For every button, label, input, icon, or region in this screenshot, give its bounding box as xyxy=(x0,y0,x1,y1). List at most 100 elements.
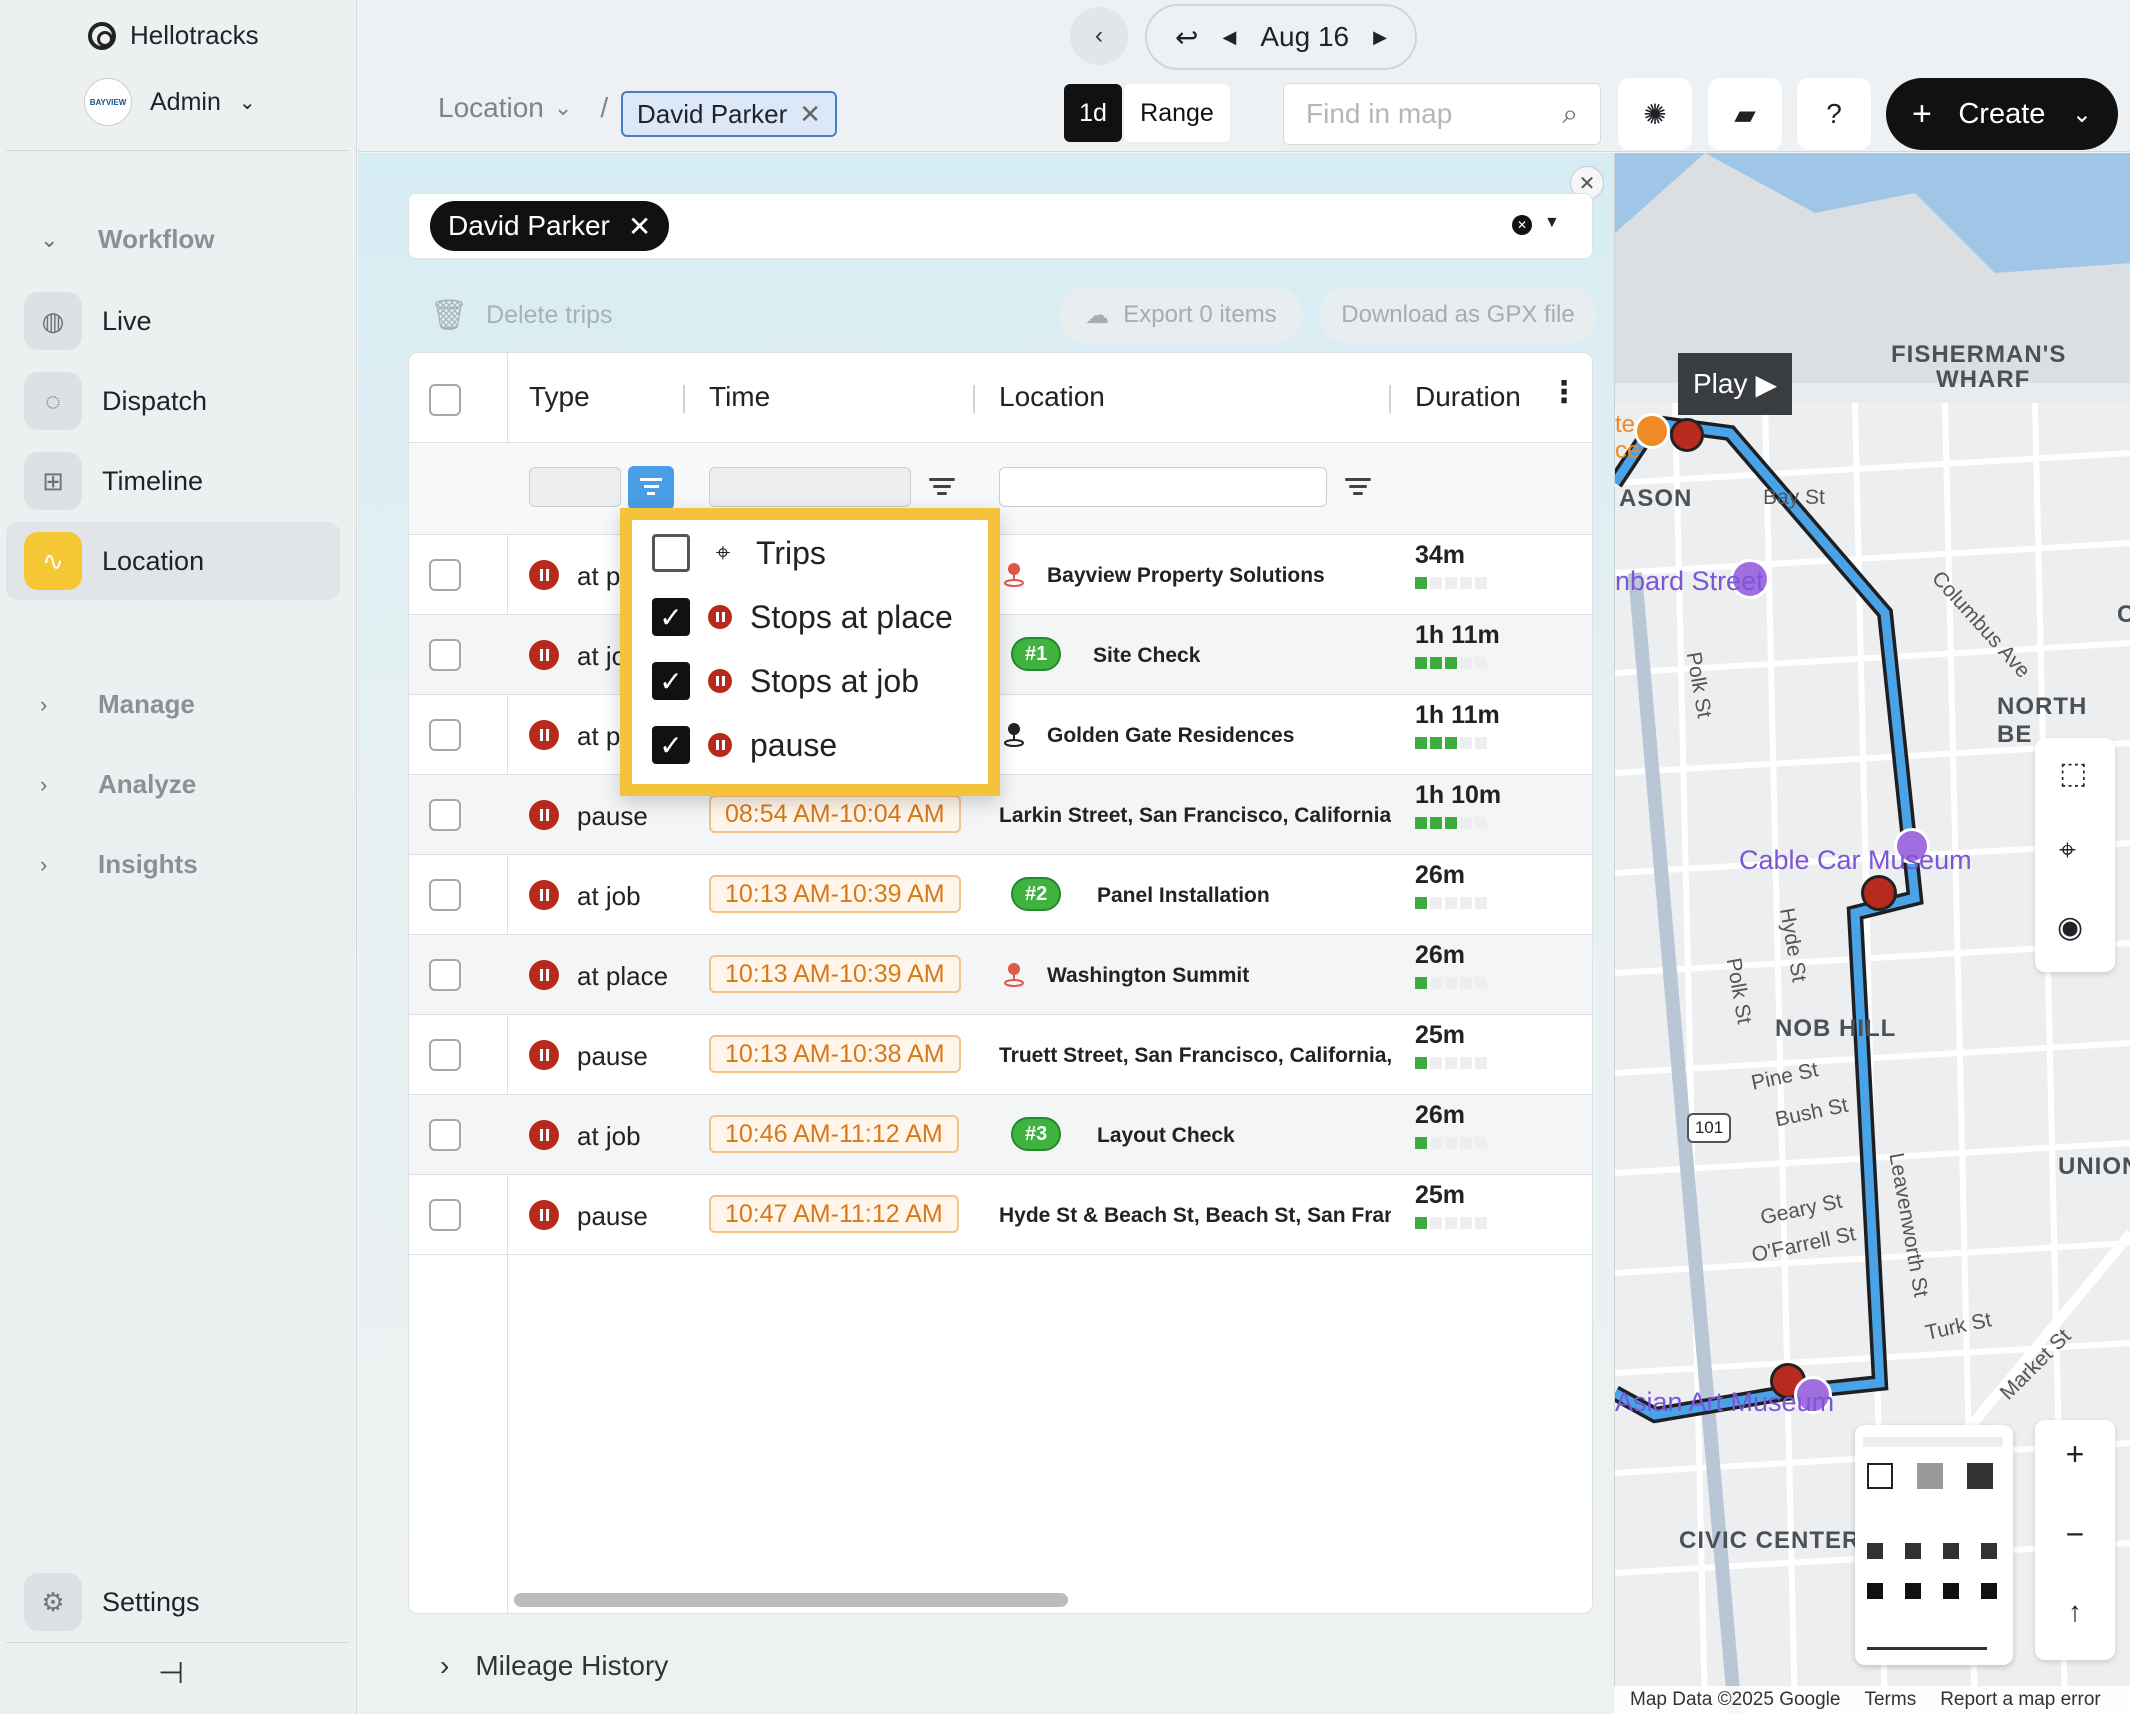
location-filter-icon[interactable] xyxy=(1343,471,1373,501)
create-label: Create xyxy=(1958,97,2046,130)
table-row[interactable]: at p Golden Gate Residences 1h 11m xyxy=(409,695,1592,775)
table-row[interactable]: pause 08:54 AM-10:04 AM Larkin Street, San… xyxy=(409,775,1592,855)
row-checkbox[interactable] xyxy=(429,719,461,751)
export-button[interactable]: ☁ Export 0 items xyxy=(1059,287,1303,343)
sidebar-item-settings[interactable]: ⚙ Settings xyxy=(6,1563,340,1641)
column-resize-handle[interactable] xyxy=(1389,385,1391,413)
row-checkbox[interactable] xyxy=(429,1039,461,1071)
row-checkbox[interactable] xyxy=(429,559,461,591)
select-area-icon[interactable]: ⬚ xyxy=(2059,756,2087,791)
map-layers-panel[interactable] xyxy=(1855,1425,2013,1665)
breadcrumb[interactable]: Location ⌄ / xyxy=(438,92,608,124)
zoom-out-button[interactable]: − xyxy=(2035,1516,2115,1553)
arrow-up-icon[interactable]: ↑ xyxy=(2035,1596,2115,1628)
time-filter-input[interactable] xyxy=(709,467,911,507)
mileage-history-toggle[interactable]: › Mileage History xyxy=(440,1650,668,1682)
add-marker-icon[interactable]: ⌖ xyxy=(2059,834,2076,868)
sidebar-item-label: Settings xyxy=(102,1586,200,1617)
type-filter-icon[interactable] xyxy=(628,466,674,510)
row-checkbox[interactable] xyxy=(429,959,461,991)
range-1d-button[interactable]: 1d xyxy=(1064,84,1122,142)
horizontal-scrollbar[interactable] xyxy=(514,1593,1068,1607)
column-header-duration[interactable]: Duration xyxy=(1415,381,1521,413)
sidebar-item-location[interactable]: ∿ Location xyxy=(6,522,340,600)
row-checkbox[interactable] xyxy=(429,639,461,671)
table-row[interactable]: at place 10:13 AM-10:39 AM Washington Summ… xyxy=(409,935,1592,1015)
type-filter-input[interactable] xyxy=(529,467,621,507)
table-row[interactable]: pause 10:13 AM-10:38 AM Truett Street, San… xyxy=(409,1015,1592,1095)
table-row[interactable]: at p Bayview Property Solutions 34m xyxy=(409,535,1592,615)
sidebar-item-timeline[interactable]: ⊞ Timeline xyxy=(6,442,340,520)
checkbox-checked[interactable]: ✓ xyxy=(652,726,690,764)
next-day-icon[interactable]: ▶ xyxy=(1373,27,1387,48)
help-button[interactable]: ? xyxy=(1797,78,1871,150)
location-filter-input[interactable] xyxy=(999,467,1327,507)
row-checkbox[interactable] xyxy=(429,1199,461,1231)
visibility-eye-icon[interactable]: ◉ xyxy=(2057,910,2083,945)
filter-option-pause[interactable]: ✓ pause xyxy=(652,720,837,770)
sidebar-item-live[interactable]: ◍ Live xyxy=(6,282,340,360)
account-switcher[interactable]: BAYVIEW Admin ⌄ xyxy=(84,78,256,126)
clear-selection-icon[interactable]: ✕ xyxy=(1512,215,1532,235)
checkbox-unchecked[interactable] xyxy=(652,534,690,572)
stop-icon xyxy=(708,605,732,629)
nav-group-manage[interactable]: › Manage xyxy=(40,689,195,720)
icon-size-slider[interactable] xyxy=(1867,1647,1987,1650)
dispatch-icon: ◌ xyxy=(24,372,82,430)
reset-date-icon[interactable]: ↩ xyxy=(1175,21,1198,54)
breadcrumb-root[interactable]: Location xyxy=(438,92,544,124)
row-type: pause xyxy=(577,801,648,831)
prev-arrow-button[interactable]: ‹ xyxy=(1070,7,1128,65)
create-button[interactable]: + Create ⌄ xyxy=(1886,78,2118,150)
table-row[interactable]: at jo #1 Site Check 1h 11m xyxy=(409,615,1592,695)
chevron-right-icon: › xyxy=(40,771,48,797)
nav-group-analyze[interactable]: › Analyze xyxy=(40,769,196,800)
column-header-time[interactable]: Time xyxy=(709,381,770,413)
filter-option-trips[interactable]: ⌖ Trips xyxy=(652,528,826,578)
delete-trips-button[interactable]: 🗑 Delete trips xyxy=(430,287,613,343)
play-route-button[interactable]: Play ▶ xyxy=(1678,353,1792,415)
prev-day-icon[interactable]: ◀ xyxy=(1222,27,1236,48)
map-search-input[interactable]: Find in map ⌕ xyxy=(1283,83,1601,145)
time-filter-icon[interactable] xyxy=(927,471,957,501)
row-checkbox[interactable] xyxy=(429,799,461,831)
zoom-in-button[interactable]: + xyxy=(2035,1436,2115,1473)
terms-link[interactable]: Terms xyxy=(1864,1689,1916,1711)
chat-button[interactable]: ▰ xyxy=(1708,78,1782,150)
select-all-checkbox[interactable] xyxy=(429,384,461,416)
column-header-type[interactable]: Type xyxy=(529,381,590,413)
map-label: te xyxy=(1615,411,1636,438)
column-resize-handle[interactable] xyxy=(973,385,975,413)
ai-assistant-button[interactable]: ✺ xyxy=(1618,78,1692,150)
table-row[interactable]: at job 10:46 AM-11:12 AM #3 Layout Check 26m xyxy=(409,1095,1592,1175)
nav-group-insights[interactable]: › Insights xyxy=(40,849,198,880)
map-tools: ⬚ ⌖ ◉ xyxy=(2035,738,2115,972)
range-button[interactable]: Range xyxy=(1124,84,1230,142)
sidebar-item-dispatch[interactable]: ◌ Dispatch xyxy=(6,362,340,440)
nav-group-workflow[interactable]: ⌄ Workflow xyxy=(40,224,215,255)
filter-option-stops-at-place[interactable]: ✓ Stops at place xyxy=(652,592,953,642)
more-vertical-icon[interactable]: ⋮ xyxy=(1549,375,1579,410)
checkbox-checked[interactable]: ✓ xyxy=(652,598,690,636)
filter-option-stops-at-job[interactable]: ✓ Stops at job xyxy=(652,656,919,706)
pin-sidebar-icon[interactable]: ⊣ xyxy=(158,1656,184,1691)
download-gpx-button[interactable]: Download as GPX file xyxy=(1319,287,1597,343)
stop-marker-icon[interactable] xyxy=(1670,418,1704,452)
checkbox-checked[interactable]: ✓ xyxy=(652,662,690,700)
report-map-error-link[interactable]: Report a map error xyxy=(1940,1689,2101,1711)
date-picker[interactable]: ↩ ◀ Aug 16 ▶ xyxy=(1145,4,1417,70)
close-icon[interactable]: ✕ xyxy=(799,99,821,130)
stop-icon xyxy=(529,640,559,670)
breadcrumb-chip[interactable]: David Parker ✕ xyxy=(621,91,838,137)
column-resize-handle[interactable] xyxy=(683,385,685,413)
close-icon[interactable]: ✕ xyxy=(628,210,651,243)
table-row[interactable]: at job 10:13 AM-10:39 AM #2 Panel Installat… xyxy=(409,855,1592,935)
stop-marker-icon[interactable] xyxy=(1861,875,1897,911)
column-header-location[interactable]: Location xyxy=(999,381,1105,413)
row-type: at job xyxy=(577,881,641,911)
row-checkbox[interactable] xyxy=(429,1119,461,1151)
row-checkbox[interactable] xyxy=(429,879,461,911)
caret-down-icon[interactable]: ▼ xyxy=(1544,214,1560,232)
person-chip[interactable]: David Parker ✕ xyxy=(430,201,670,251)
table-row[interactable]: pause 10:47 AM-11:12 AM Hyde St & Beach St… xyxy=(409,1175,1592,1255)
